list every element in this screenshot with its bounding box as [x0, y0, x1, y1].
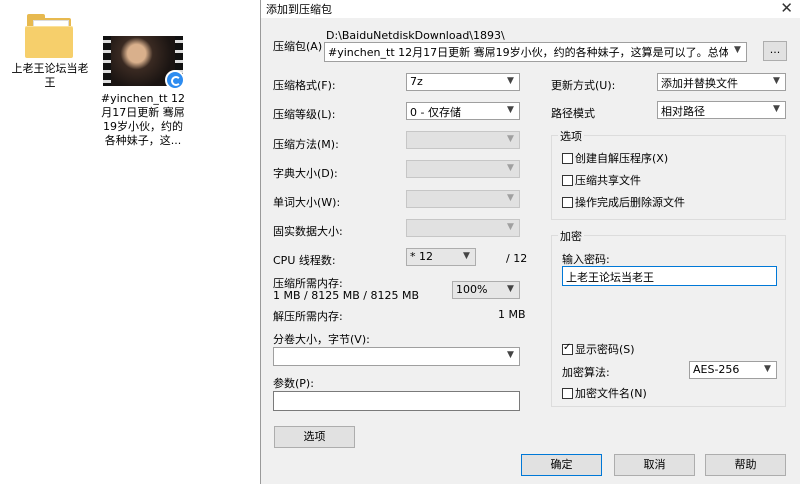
folder-label: 上老王论坛当老王: [11, 62, 89, 89]
cpu-total: / 12: [506, 252, 528, 265]
checkbox-checked-icon: [562, 342, 573, 355]
shared-files-checkbox[interactable]: 压缩共享文件: [562, 172, 641, 188]
archive-name-combo[interactable]: #yinchen_tt 12月17日更新 骞屌19岁小伙，约的各种妹子，这算是可…: [324, 42, 747, 62]
update-mode-select[interactable]: 添加并替换文件 ▼: [657, 73, 786, 91]
password-input[interactable]: 上老王论坛当老王: [562, 266, 777, 286]
dict-label: 字典大小(D):: [273, 167, 338, 180]
chevron-down-icon: ▼: [507, 350, 514, 360]
path-mode-label: 路径模式: [551, 107, 595, 120]
format-value: 7z: [410, 75, 423, 88]
method-select: ▼: [406, 131, 520, 149]
password-value: 上老王论坛当老王: [566, 271, 654, 284]
path-value: 相对路径: [661, 105, 705, 118]
options-group: 选项 创建自解压程序(X) 压缩共享文件 操作完成后删除源文件: [551, 128, 786, 220]
archive-label: 压缩包(A): [273, 40, 323, 53]
chevron-down-icon: ▼: [507, 105, 514, 115]
split-label: 分卷大小，字节(V):: [273, 333, 370, 346]
video-thumbnail-icon: [103, 36, 185, 90]
options-button[interactable]: 选项: [274, 426, 355, 448]
chevron-down-icon: ▼: [773, 76, 780, 86]
mem-value: 1 MB / 8125 MB / 8125 MB: [273, 289, 419, 302]
chevron-down-icon: ▼: [764, 364, 771, 374]
update-value: 添加并替换文件: [661, 77, 738, 90]
options-group-title: 选项: [558, 128, 584, 144]
enc-method-value: AES-256: [693, 363, 740, 376]
cpu-threads-select[interactable]: * 12 ▼: [406, 248, 476, 266]
mem-pct-value: 100%: [456, 283, 488, 296]
chevron-down-icon: ▼: [507, 284, 514, 294]
checkbox-icon: [562, 197, 573, 208]
level-label: 压缩等级(L):: [273, 108, 336, 121]
baidu-sync-icon: [165, 70, 185, 90]
method-label: 压缩方法(M):: [273, 138, 339, 151]
chevron-down-icon: ▼: [507, 193, 514, 203]
enc-method-select[interactable]: AES-256 ▼: [689, 361, 777, 379]
title-bar: 添加到压缩包 ✕: [261, 0, 800, 18]
enc-method-label: 加密算法:: [562, 366, 610, 379]
solid-label: 固实数据大小:: [273, 225, 343, 238]
ok-button[interactable]: 确定: [521, 454, 602, 476]
help-button[interactable]: 帮助: [705, 454, 786, 476]
checkbox-icon: [562, 388, 573, 399]
close-icon[interactable]: ✕: [780, 0, 793, 17]
encrypt-filenames-checkbox[interactable]: 加密文件名(N): [562, 385, 647, 401]
archive-path: D:\BaiduNetdiskDownload\1893\: [326, 29, 505, 42]
chevron-down-icon: ▼: [734, 45, 741, 55]
level-value: 0 - 仅存储: [410, 106, 461, 119]
cpu-value: * 12: [410, 250, 433, 263]
format-select[interactable]: 7z ▼: [406, 73, 520, 91]
dict-select: ▼: [406, 160, 520, 178]
folder-icon: [25, 14, 75, 58]
video-label: #yinchen_tt 12月17日更新 骞屌19岁小伙，约的各种妹子，这...: [100, 92, 186, 147]
show-password-checkbox[interactable]: 显示密码(S): [562, 341, 635, 357]
params-label: 参数(P):: [273, 377, 314, 390]
chevron-down-icon: ▼: [463, 251, 470, 261]
level-select[interactable]: 0 - 仅存储 ▼: [406, 102, 520, 120]
word-select: ▼: [406, 190, 520, 208]
checkbox-icon: [562, 175, 573, 186]
add-to-archive-dialog: 添加到压缩包 ✕ 压缩包(A) D:\BaiduNetdiskDownload\…: [260, 0, 800, 484]
desktop-folder[interactable]: 上老王论坛当老王: [10, 14, 90, 90]
sfx-checkbox[interactable]: 创建自解压程序(X): [562, 150, 668, 166]
chevron-down-icon: ▼: [507, 76, 514, 86]
desktop-video-file[interactable]: #yinchen_tt 12月17日更新 骞屌19岁小伙，约的各种妹子，这...: [100, 36, 186, 148]
encryption-group-title: 加密: [558, 228, 584, 244]
split-size-combo[interactable]: ▼: [273, 347, 520, 366]
solid-select: ▼: [406, 219, 520, 237]
checkbox-icon: [562, 153, 573, 164]
browse-button[interactable]: ...: [763, 41, 787, 61]
dialog-title: 添加到压缩包: [266, 3, 332, 16]
word-label: 单词大小(W):: [273, 196, 341, 209]
chevron-down-icon: ▼: [507, 222, 514, 232]
chevron-down-icon: ▼: [507, 134, 514, 144]
delete-after-checkbox[interactable]: 操作完成后删除源文件: [562, 194, 685, 210]
decomp-label: 解压所需内存:: [273, 310, 343, 323]
cpu-label: CPU 线程数:: [273, 254, 336, 267]
path-mode-select[interactable]: 相对路径 ▼: [657, 101, 786, 119]
format-label: 压缩格式(F):: [273, 79, 336, 92]
chevron-down-icon: ▼: [507, 163, 514, 173]
cancel-button[interactable]: 取消: [614, 454, 695, 476]
chevron-down-icon: ▼: [773, 104, 780, 114]
params-input[interactable]: [273, 391, 520, 411]
update-label: 更新方式(U):: [551, 79, 616, 92]
decomp-value: 1 MB: [498, 308, 526, 321]
password-label: 输入密码:: [562, 253, 610, 266]
encryption-group: 加密 输入密码: 上老王论坛当老王 显示密码(S) 加密算法: AES-256 …: [551, 228, 786, 407]
mem-percent-select[interactable]: 100% ▼: [452, 281, 520, 299]
archive-name-value: #yinchen_tt 12月17日更新 骞屌19岁小伙，约的各种妹子，这算是可…: [328, 46, 728, 59]
